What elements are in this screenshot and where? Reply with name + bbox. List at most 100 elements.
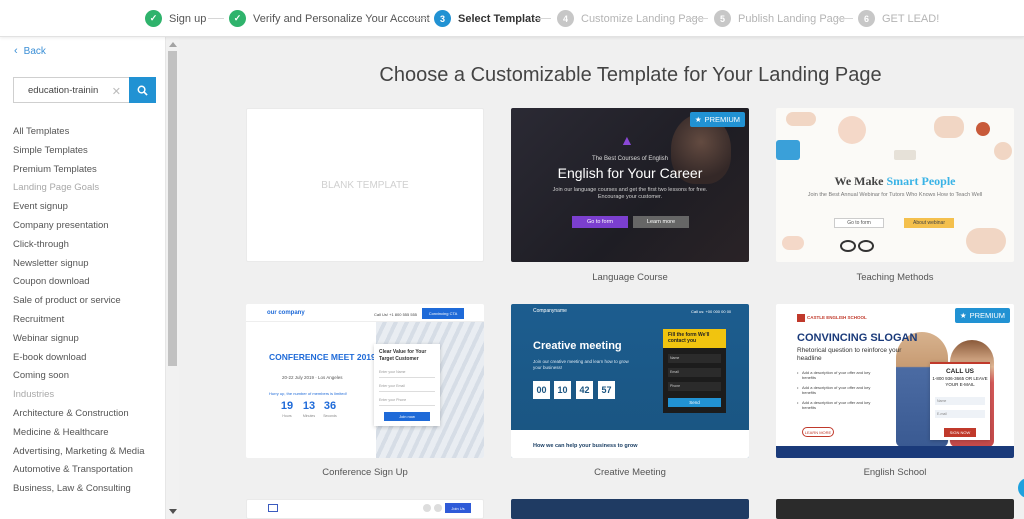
form-field: Name [935,397,985,405]
sidebar-filter-item[interactable]: Architecture & Construction [13,405,144,424]
check-icon: ✓ [229,10,246,27]
premium-label: PREMIUM [969,311,1005,320]
preview-form: Fill the form We'll contact you Name Ema… [663,329,726,413]
form-field: Email [668,368,721,377]
sidebar-filter-item[interactable]: E-book download [13,349,144,368]
sidebar-section-heading: Industries [13,389,55,401]
blank-template-label: BLANK TEMPLATE [321,179,409,191]
countdown-value: 13 [302,400,316,412]
preview-note: Hurry up, the number of members is limit… [269,391,347,396]
book-icon [894,150,916,160]
preview-subtext: Rhetorical question to reinforce your he… [797,347,902,362]
template-caption: Creative Meeting [594,467,666,478]
step-select-template: 3 Select Template [434,9,541,28]
preview-button: LEARN MORE [802,427,834,437]
scroll-down-arrow-icon[interactable] [169,509,177,514]
form-field: Enter your Phone [379,398,435,406]
preview-form: Clear Value for Your Target Customer Ent… [374,344,440,426]
form-field: Enter your Email [379,384,435,392]
sidebar-scrollbar[interactable] [166,37,179,519]
sidebar-filter-item[interactable]: Newsletter signup [13,255,144,274]
preview-footer [776,446,1014,458]
preview-button: Send [668,398,721,407]
preview-button: Join Us [445,503,471,513]
step-divider [690,18,708,19]
preview-logo: our company [267,310,305,316]
template-card-english-school[interactable]: CASTLE ENGLISH SCHOOL CONVINCING SLOGAN … [776,304,1014,458]
step-divider [411,18,428,19]
preview-kicker: The Best Courses of English [591,156,669,162]
sidebar-filter-item[interactable]: All Templates [13,123,144,142]
sidebar-filter-item[interactable]: Company presentation [13,217,144,236]
step-sign-up: ✓ Sign up [145,9,206,28]
sidebar-filter-item[interactable]: Event signup [13,198,144,217]
countdown-value: 19 [280,400,294,412]
preview-phone: Call Us! +1 800 555 555 [374,312,418,317]
glasses-icon [840,240,856,252]
preview-button: About webinar [904,218,954,228]
social-icon [434,504,442,512]
template-card-blank[interactable]: BLANK TEMPLATE [246,108,484,262]
template-card-language-course[interactable]: ▲ The Best Courses of English English fo… [511,108,749,262]
step-divider [534,18,551,19]
sidebar-section-heading: Landing Page Goals [13,182,100,194]
sidebar-filter-item[interactable]: Webinar signup [13,330,144,349]
scroll-thumb[interactable] [168,51,177,366]
search-input[interactable]: education-trainin ✕ [13,77,129,103]
template-caption: English School [863,467,927,478]
preview-logo-icon [268,504,278,512]
sidebar-filter-item[interactable]: Medicine & Healthcare [13,424,144,443]
sidebar-filter-item[interactable]: Simple Templates [13,142,144,161]
sidebar-filter-item[interactable]: Recruitment [13,311,144,330]
sidebar-filter-item[interactable]: Coming soon [13,367,144,386]
progress-stepper: ✓ Sign up ✓ Verify and Personalize Your … [0,0,1024,37]
preview-subtext: Join our creative meeting and learn how … [533,359,629,370]
preview-button: Join now [384,412,430,421]
scroll-up-arrow-icon[interactable] [169,42,177,47]
template-card-teaching-methods[interactable]: We Make Smart People Join the Best Annua… [776,108,1014,262]
hand-illustration [966,228,1006,254]
clear-icon[interactable]: ✕ [112,85,121,98]
form-field: Name [668,354,721,363]
step-label: Publish Landing Page [738,12,846,25]
chat-bubble-icon[interactable] [1018,478,1024,498]
form-field: Phone [668,382,721,391]
countdown-value: 42 [576,381,593,399]
template-card-conference-sign-up[interactable]: our company Call Us! +1 800 555 555 Conv… [246,304,484,458]
template-caption: Conference Sign Up [322,467,408,478]
sidebar-filter-item[interactable]: Sale of product or service [13,292,144,311]
template-caption: Teaching Methods [856,272,934,283]
section-heading: How we can help your business to grow [533,443,638,449]
form-title: CALL US [945,368,975,375]
step-label: Sign up [169,12,207,25]
sidebar-filter-item[interactable]: Business, Law & Consulting [13,480,144,499]
template-card-partial[interactable] [511,499,749,519]
sidebar-filter-item[interactable]: Click-through [13,236,144,255]
book-icon [776,140,800,160]
sidebar-filter-item[interactable]: Advertising, Marketing & Media [13,443,144,462]
step-divider [836,18,853,19]
hand-illustration [994,142,1012,160]
countdown-label: Hours [282,414,292,418]
sidebar-filter-item[interactable]: Automotive & Transportation [13,461,144,480]
back-link[interactable]: ‹ Back [14,45,46,57]
template-card-partial[interactable]: Join Us [246,499,484,519]
preview-headline: English for Your Career [557,165,703,181]
hand-illustration [782,236,804,250]
preview-headline: CONVINCING SLOGAN [797,332,918,344]
step-divider [208,18,224,19]
template-card-creative-meeting[interactable]: Companyname Call us: +00 000 00 00 Creat… [511,304,749,458]
step-label: Customize Landing Page [581,12,704,25]
glasses-icon [858,240,874,252]
coffee-icon [976,122,990,136]
search-button[interactable] [129,77,156,103]
search-icon [137,85,148,96]
step-number: 6 [858,10,875,27]
preview-headline: Creative meeting [533,340,622,352]
preview-button: Go to form [834,218,884,228]
template-card-partial[interactable] [776,499,1014,519]
step-label: Verify and Personalize Your Account [253,12,430,25]
sidebar-filter-item[interactable]: Coupon download [13,273,144,292]
chevron-left-icon: ‹ [14,45,18,57]
sidebar-filter-item[interactable]: Premium Templates [13,161,144,180]
